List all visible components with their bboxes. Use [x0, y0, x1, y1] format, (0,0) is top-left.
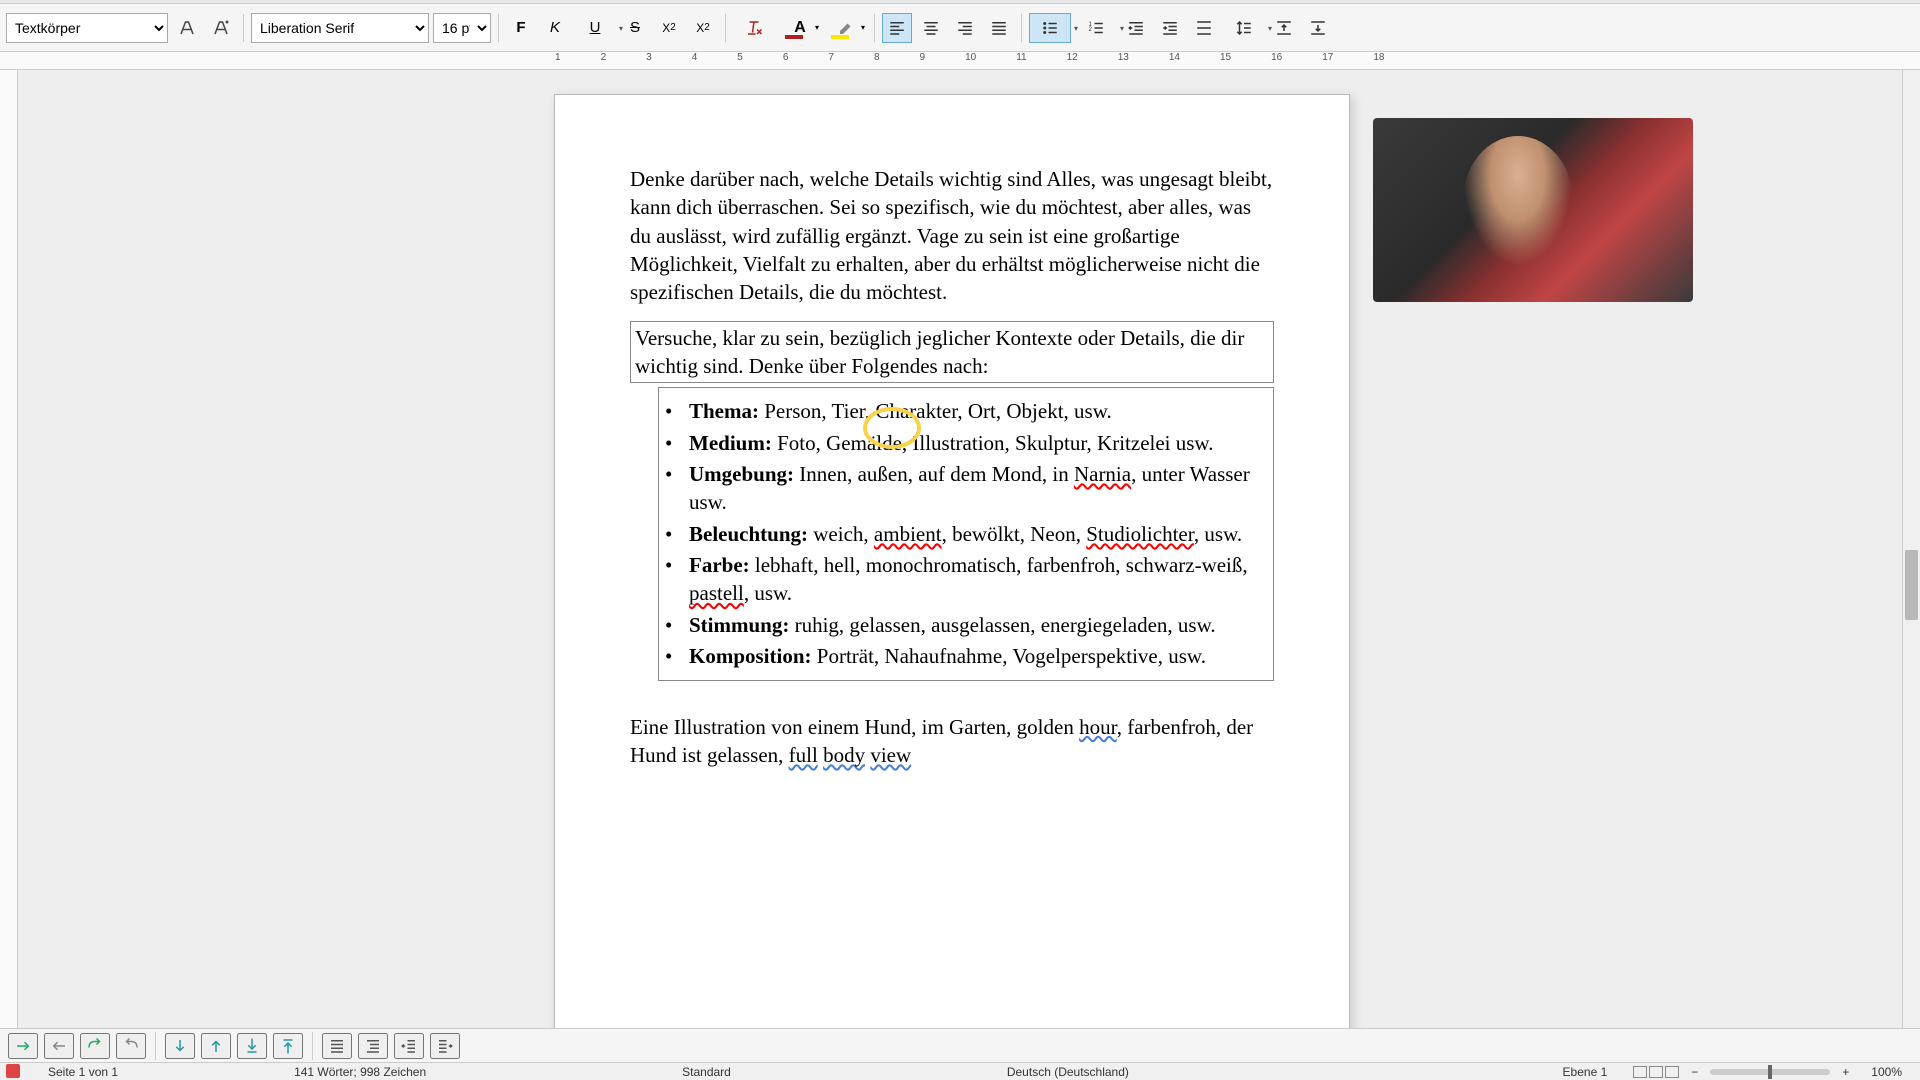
increase-indent-button[interactable]	[1155, 13, 1185, 43]
page-content: Denke darüber nach, welche Details wicht…	[630, 165, 1274, 769]
move-up-double-button[interactable]	[273, 1033, 303, 1059]
font-name-select[interactable]: Liberation Serif	[251, 13, 429, 43]
decrease-spacing-button[interactable]	[1303, 13, 1333, 43]
bullet-icon: •	[665, 460, 679, 488]
font-color-button[interactable]: A ▾	[779, 13, 821, 43]
align-center-button[interactable]	[916, 13, 946, 43]
framed-intro-paragraph[interactable]: Versuche, klar zu sein, bezüglich jeglic…	[630, 321, 1274, 384]
horizontal-ruler[interactable]: 123456789101112131415161718	[0, 52, 1920, 70]
status-layer[interactable]: Ebene 1	[1545, 1065, 1626, 1079]
list-item[interactable]: • Thema: Person, Tier, Charakter, Ort, O…	[665, 397, 1267, 425]
increase-spacing-button[interactable]	[1269, 13, 1299, 43]
bullet-list-frame[interactable]: • Thema: Person, Tier, Charakter, Ort, O…	[658, 387, 1274, 680]
bullet-icon: •	[665, 611, 679, 639]
italic-button[interactable]: K	[540, 13, 570, 43]
bullet-icon: •	[665, 429, 679, 457]
bullet-icon: •	[665, 642, 679, 670]
svg-text:2: 2	[1089, 27, 1093, 33]
paragraph-style-select[interactable]: Textkörper	[6, 13, 168, 43]
status-words[interactable]: 141 Wörter; 998 Zeichen	[276, 1065, 444, 1079]
numbered-list-button[interactable]: 12 ▾	[1075, 13, 1117, 43]
subscript-button[interactable]: X2	[688, 13, 718, 43]
align-justify-button[interactable]	[984, 13, 1014, 43]
line-spacing-button[interactable]: ▾	[1223, 13, 1265, 43]
nav-undo-button[interactable]	[116, 1033, 146, 1059]
vertical-scrollbar[interactable]	[1902, 70, 1920, 1028]
indent-left-button[interactable]	[394, 1033, 424, 1059]
intro-paragraph[interactable]: Denke darüber nach, welche Details wicht…	[630, 165, 1274, 307]
status-style[interactable]: Standard	[664, 1065, 749, 1079]
zoom-slider[interactable]	[1710, 1069, 1830, 1075]
bullet-list-button[interactable]: ▾	[1029, 13, 1071, 43]
bullet-icon: •	[665, 520, 679, 548]
vertical-ruler[interactable]	[0, 70, 18, 1046]
app-icon	[6, 1064, 20, 1078]
document-workspace: Denke darüber nach, welche Details wicht…	[18, 70, 1902, 1028]
superscript-button[interactable]: X2	[654, 13, 684, 43]
align-left-button[interactable]	[882, 13, 912, 43]
move-up-button[interactable]	[201, 1033, 231, 1059]
paragraph-spacing-button[interactable]	[1189, 13, 1219, 43]
font-size-select[interactable]: 16 pt	[433, 13, 491, 43]
zoom-out-button[interactable]: −	[1687, 1065, 1702, 1079]
scroll-thumb[interactable]	[1905, 550, 1918, 620]
list-item[interactable]: • Stimmung: ruhig, gelassen, ausgelassen…	[665, 611, 1267, 639]
decrease-indent-button[interactable]	[1121, 13, 1151, 43]
bold-button[interactable]: F	[506, 13, 536, 43]
move-down-button[interactable]	[165, 1033, 195, 1059]
navigation-toolbar	[0, 1028, 1920, 1062]
bullet-icon: •	[665, 397, 679, 425]
view-mode-icons[interactable]	[1633, 1066, 1679, 1078]
nav-back-button[interactable]	[44, 1033, 74, 1059]
underline-button[interactable]: U▾	[574, 13, 616, 43]
closing-paragraph[interactable]: Eine Illustration von einem Hund, im Gar…	[630, 713, 1274, 770]
list-item[interactable]: • Beleuchtung: weich, ambient, bewölkt, …	[665, 520, 1267, 548]
status-language[interactable]: Deutsch (Deutschland)	[989, 1065, 1147, 1079]
outline-view-button[interactable]	[358, 1033, 388, 1059]
move-down-double-button[interactable]	[237, 1033, 267, 1059]
webcam-overlay	[1373, 118, 1693, 302]
strikethrough-button[interactable]: S	[620, 13, 650, 43]
nav-redo-button[interactable]	[80, 1033, 110, 1059]
status-bar: Seite 1 von 1 141 Wörter; 998 Zeichen St…	[0, 1062, 1920, 1080]
list-item[interactable]: • Komposition: Porträt, Nahaufnahme, Vog…	[665, 642, 1267, 670]
status-zoom[interactable]: 100%	[1853, 1065, 1920, 1079]
clear-formatting-button[interactable]	[733, 13, 775, 43]
bullet-icon: •	[665, 551, 679, 579]
align-right-button[interactable]	[950, 13, 980, 43]
status-page[interactable]: Seite 1 von 1	[30, 1065, 136, 1079]
nav-forward-button[interactable]	[8, 1033, 38, 1059]
zoom-in-button[interactable]: +	[1838, 1065, 1853, 1079]
highlight-color-button[interactable]: ▾	[825, 13, 867, 43]
list-item[interactable]: • Medium: Foto, Gemälde, Illustration, S…	[665, 429, 1267, 457]
update-style-button[interactable]	[172, 13, 202, 43]
indent-right-button[interactable]	[430, 1033, 460, 1059]
document-page[interactable]: Denke darüber nach, welche Details wicht…	[554, 94, 1350, 1028]
list-view-button[interactable]	[322, 1033, 352, 1059]
list-item[interactable]: • Umgebung: Innen, außen, auf dem Mond, …	[665, 460, 1267, 517]
formatting-toolbar: Textkörper Liberation Serif 16 pt F K U▾…	[0, 4, 1920, 52]
list-item[interactable]: • Farbe: lebhaft, hell, monochromatisch,…	[665, 551, 1267, 608]
new-style-button[interactable]	[206, 13, 236, 43]
